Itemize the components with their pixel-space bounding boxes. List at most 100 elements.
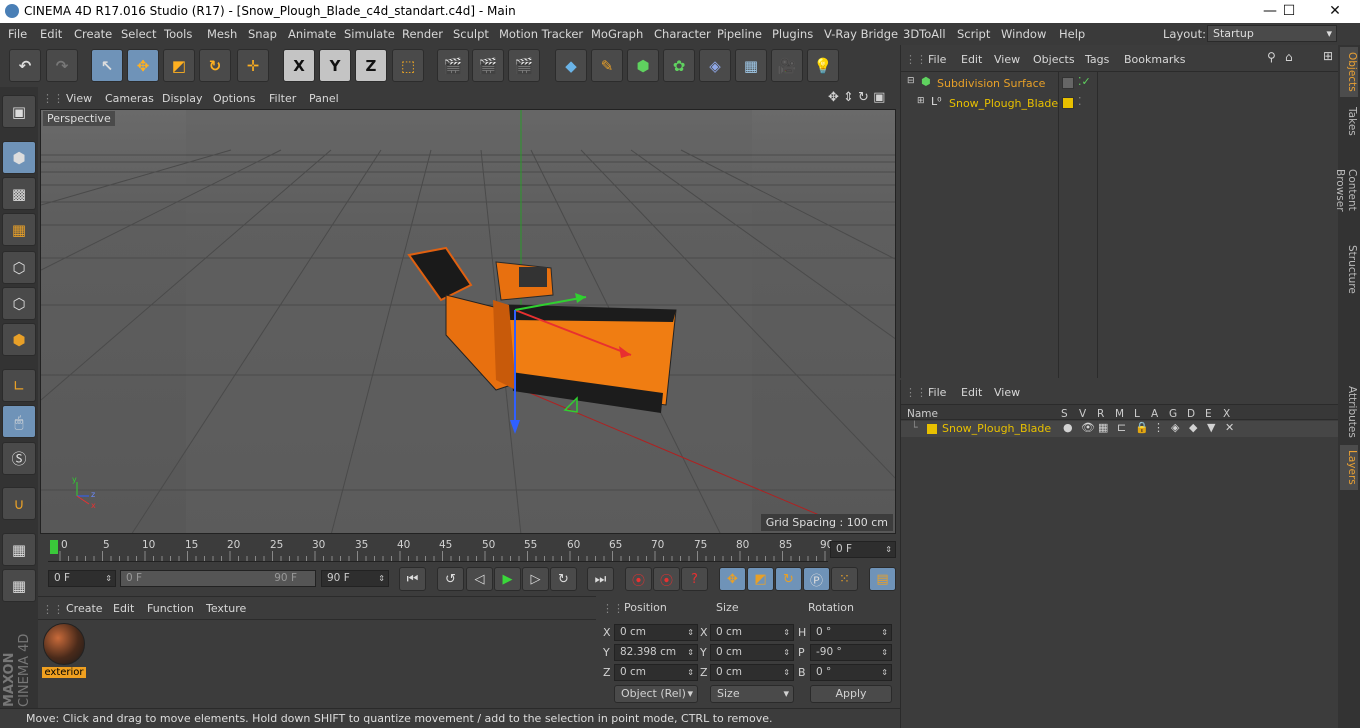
tweak-mode-icon[interactable]: 🖱 [2, 405, 36, 438]
viewport-menu-filter[interactable]: Filter [269, 92, 296, 105]
tree-collapse-icon[interactable]: ⊟ [907, 76, 915, 86]
point-level-key-icon[interactable]: ⁙ [831, 567, 858, 591]
cube-primitive-icon[interactable]: ◆ [555, 49, 587, 82]
rotation-key-icon[interactable]: ↻ [775, 567, 802, 591]
menu-mesh[interactable]: Mesh [207, 27, 237, 41]
keyframe-selection-icon[interactable]: ? [681, 567, 708, 591]
next-frame-icon[interactable]: ▷ [522, 567, 549, 591]
auto-keying-icon[interactable]: ⦿ [653, 567, 680, 591]
next-key-icon[interactable]: ↻ [550, 567, 577, 591]
scale-tool-icon[interactable]: ◩ [163, 49, 195, 82]
end-frame-field[interactable]: 90 F ⇕ [321, 570, 389, 587]
viewport-menu-cameras[interactable]: Cameras [105, 92, 154, 105]
menu-tools[interactable]: Tools [164, 27, 192, 41]
previous-frame-icon[interactable]: ◁ [466, 567, 493, 591]
close-button[interactable]: ✕ [1313, 1, 1357, 21]
visibility-dots-icon[interactable]: ⁚ [1078, 95, 1082, 108]
viewport-nav-icons[interactable]: ✥ ⇕ ↻ ▣ [828, 90, 885, 105]
material-swatch-exterior[interactable]: exterior [42, 623, 86, 679]
menu-3dtoall[interactable]: 3DToAll [903, 27, 946, 41]
menu-plugins[interactable]: Plugins [772, 27, 813, 41]
workplane-mode-icon[interactable]: ▦ [2, 213, 36, 246]
menu-window[interactable]: Window [1001, 27, 1046, 41]
start-frame-field[interactable]: 0 F ⇕ [48, 570, 116, 587]
home-icon[interactable]: ⌂ [1285, 50, 1293, 64]
render-settings-icon[interactable]: 🎬 [508, 49, 540, 82]
objects-menu-bookmarks[interactable]: Bookmarks [1124, 53, 1185, 66]
tab-content-browser[interactable]: Content Browser [1334, 145, 1358, 235]
menu-simulate[interactable]: Simulate [344, 27, 395, 41]
column-generators[interactable]: G [1169, 408, 1177, 420]
frame-range-slider[interactable]: 0 F 90 F [120, 570, 316, 587]
previous-key-icon[interactable]: ↺ [437, 567, 464, 591]
menu-mograph[interactable]: MoGraph [591, 27, 643, 41]
menu-motion-tracker[interactable]: Motion Tracker [499, 27, 583, 41]
coordinate-mode-dropdown[interactable]: Object (Rel) ▾ [614, 685, 698, 703]
solo-toggle-icon[interactable]: ● [1063, 421, 1073, 434]
cloner-icon[interactable]: ✿ [663, 49, 695, 82]
objects-menu-edit[interactable]: Edit [961, 53, 982, 66]
menu-animate[interactable]: Animate [288, 27, 336, 41]
live-selection-icon[interactable]: ✛ [237, 49, 269, 82]
viewport-menu-view[interactable]: View [66, 92, 92, 105]
make-editable-icon[interactable]: ▣ [2, 95, 36, 128]
magnet-icon[interactable]: ∪ [2, 487, 36, 520]
menu-help[interactable]: Help [1059, 27, 1085, 41]
camera-icon[interactable]: 🎥 [771, 49, 803, 82]
tab-takes[interactable]: Takes [1340, 101, 1358, 141]
position-z-field[interactable]: 0 cm ⇕ [614, 664, 698, 681]
menu-pipeline[interactable]: Pipeline [717, 27, 762, 41]
render-picture-viewer-icon[interactable]: 🎬 [472, 49, 504, 82]
x-axis-lock-button[interactable]: X [283, 49, 315, 82]
polygons-mode-icon[interactable]: ⬢ [2, 323, 36, 356]
rotation-p-field[interactable]: -90 ° ⇕ [810, 644, 892, 661]
column-render[interactable]: R [1097, 408, 1104, 420]
xref-toggle-icon[interactable]: ✕ [1225, 421, 1234, 434]
material-menu-edit[interactable]: Edit [113, 602, 134, 615]
generators-toggle-icon[interactable]: ◈ [1171, 421, 1179, 434]
rotation-b-field[interactable]: 0 ° ⇕ [810, 664, 892, 681]
size-mode-dropdown[interactable]: Size ▾ [710, 685, 794, 703]
play-icon[interactable]: ▶ [494, 567, 521, 591]
menu-sculpt[interactable]: Sculpt [453, 27, 489, 41]
render-view-icon[interactable]: 🎬 [437, 49, 469, 82]
model-mode-icon[interactable]: ⬢ [2, 141, 36, 174]
enabled-checkmark-icon[interactable]: ⁚✓ [1078, 75, 1091, 88]
material-menu-create[interactable]: Create [66, 602, 103, 615]
render-toggle-icon[interactable]: ▦ [1098, 421, 1108, 434]
layer-color-swatch[interactable] [1062, 97, 1074, 109]
undo-icon[interactable]: ↶ [9, 49, 41, 82]
menu-file[interactable]: File [8, 27, 27, 41]
object-row-snow-plough-blade[interactable]: ⊞ L⁰ Snow_Plough_Blade [915, 95, 1058, 113]
pen-spline-icon[interactable]: ✎ [591, 49, 623, 82]
tree-expand-icon[interactable]: ⊞ [917, 96, 925, 106]
go-to-end-icon[interactable]: ⏭ [587, 567, 614, 591]
object-row-subdivision-surface[interactable]: ⊟ ⬢ Subdivision Surface [905, 75, 1055, 93]
workplane-lock-icon[interactable]: ▦ [2, 533, 36, 566]
layers-menu-view[interactable]: View [994, 386, 1020, 399]
expressions-toggle-icon[interactable]: ▼ [1207, 421, 1215, 434]
column-expressions[interactable]: E [1205, 408, 1212, 420]
record-keys-icon[interactable]: ⦿ [625, 567, 652, 591]
objects-menu-file[interactable]: File [928, 53, 946, 66]
current-frame-field[interactable]: 0 F ⇕ [830, 541, 896, 558]
search-icon[interactable]: ⚲ [1267, 50, 1276, 64]
material-menu-texture[interactable]: Texture [206, 602, 246, 615]
maximize-button[interactable]: ☐ [1267, 1, 1311, 21]
size-x-field[interactable]: 0 cm ⇕ [710, 624, 794, 641]
coordinate-system-icon[interactable]: ⬚ [392, 49, 424, 82]
viewport-menu-panel[interactable]: Panel [309, 92, 339, 105]
tab-layers[interactable]: Layers [1340, 445, 1358, 490]
layers-menu-file[interactable]: File [928, 386, 946, 399]
apply-button[interactable]: Apply [810, 685, 892, 703]
size-z-field[interactable]: 0 cm ⇕ [710, 664, 794, 681]
position-x-field[interactable]: 0 cm ⇕ [614, 624, 698, 641]
menu-create[interactable]: Create [74, 27, 112, 41]
light-icon[interactable]: 💡 [807, 49, 839, 82]
viewport-menu-display[interactable]: Display [162, 92, 203, 105]
layers-menu-edit[interactable]: Edit [961, 386, 982, 399]
menu-edit[interactable]: Edit [40, 27, 62, 41]
go-to-start-icon[interactable]: ⏮ [399, 567, 426, 591]
tab-attributes[interactable]: Attributes [1340, 382, 1358, 442]
lock-toggle-icon[interactable]: 🔒 [1135, 421, 1149, 434]
